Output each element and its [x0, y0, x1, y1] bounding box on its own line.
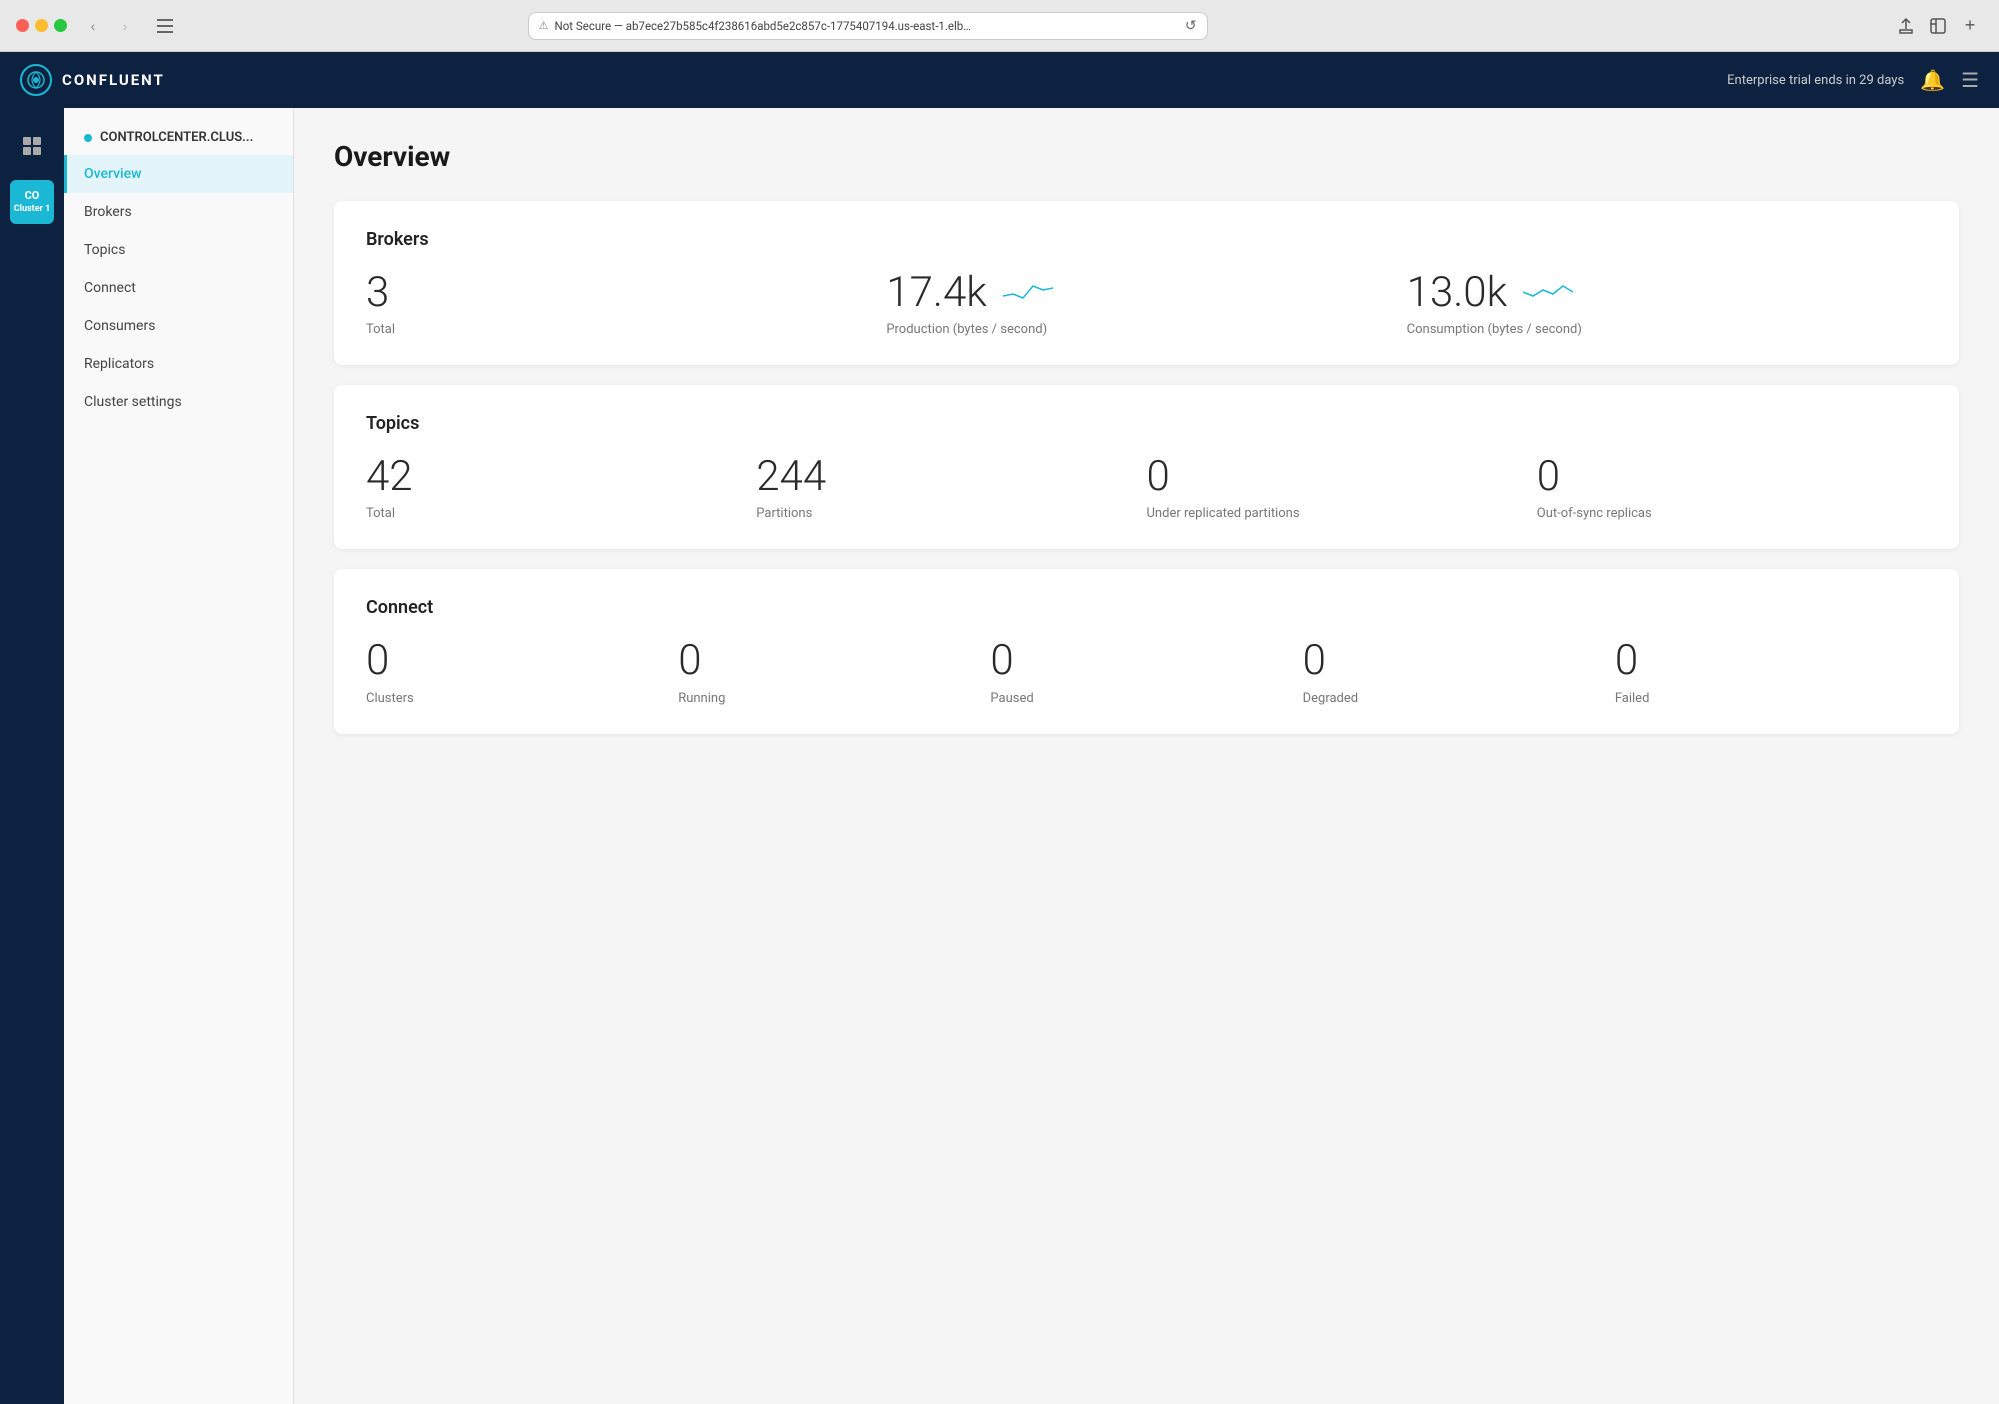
- browser-chrome: ‹ › ⚠ Not Secure — ab7ece27b585c4f238616…: [0, 0, 1999, 52]
- brokers-production-label: Production (bytes / second): [886, 322, 1406, 337]
- brokers-metrics-row: 3 Total 17.4k: [366, 270, 1927, 337]
- connect-degraded-metric: 0 Degraded: [1303, 638, 1615, 705]
- topics-partitions-metric: 244 Partitions: [756, 454, 1146, 521]
- connect-failed-label: Failed: [1615, 691, 1927, 706]
- logo-text: CONFLUENT: [62, 71, 165, 89]
- topics-under-replicated-label: Under replicated partitions: [1147, 506, 1537, 521]
- topics-total-metric: 42 Total: [366, 454, 756, 521]
- sidebar-item-replicators[interactable]: Replicators: [64, 345, 293, 383]
- topics-metrics-row: 42 Total 244 Partitions 0 Under replicat…: [366, 454, 1927, 521]
- connect-running-label: Running: [678, 691, 990, 706]
- cluster-header: CONTROLCENTER.CLUS...: [64, 120, 293, 155]
- sidebar-item-topics[interactable]: Topics: [64, 231, 293, 269]
- topics-partitions-label: Partitions: [756, 506, 1146, 521]
- topics-out-of-sync-value: 0: [1537, 454, 1927, 500]
- connect-paused-label: Paused: [990, 691, 1302, 706]
- connect-paused-value: 0: [990, 638, 1302, 684]
- sidebar-icon-grid[interactable]: [10, 124, 54, 168]
- cluster-badge[interactable]: CO Cluster 1: [10, 180, 54, 224]
- brokers-production-metric: 17.4k Production (bytes / second): [886, 270, 1406, 337]
- topics-under-replicated-metric: 0 Under replicated partitions: [1147, 454, 1537, 521]
- connect-degraded-value: 0: [1303, 638, 1615, 684]
- production-sparkline-icon: [1003, 276, 1053, 310]
- brokers-consumption-value: 13.0k: [1407, 270, 1508, 316]
- brokers-consumption-metric: 13.0k Consumption (bytes / second): [1407, 270, 1927, 337]
- sidebar-item-brokers[interactable]: Brokers: [64, 193, 293, 231]
- top-nav: CONFLUENT Enterprise trial ends in 29 da…: [0, 52, 1999, 108]
- forward-button[interactable]: ›: [111, 15, 139, 37]
- sidebar-toggle-button[interactable]: [151, 15, 179, 37]
- hamburger-menu-button[interactable]: ☰: [1961, 68, 1979, 93]
- page-title: Overview: [334, 140, 1959, 173]
- topics-out-of-sync-metric: 0 Out-of-sync replicas: [1537, 454, 1927, 521]
- logo-area: CONFLUENT: [20, 64, 165, 96]
- brokers-total-label: Total: [366, 322, 886, 337]
- add-tab-button[interactable]: +: [1957, 13, 1983, 39]
- nav-buttons: ‹ ›: [79, 15, 139, 37]
- connect-card-title: Connect: [366, 597, 1927, 618]
- minimize-button[interactable]: [35, 19, 48, 32]
- close-button[interactable]: [16, 19, 29, 32]
- share-button[interactable]: [1893, 13, 1919, 39]
- cluster-name: CONTROLCENTER.CLUS...: [100, 130, 253, 145]
- browser-right-controls: +: [1893, 13, 1983, 39]
- brokers-card: Brokers 3 Total 17.4k: [334, 201, 1959, 365]
- notifications-button[interactable]: 🔔: [1920, 68, 1945, 93]
- icon-sidebar: CO Cluster 1: [0, 108, 64, 1404]
- sidebar-item-cluster-settings[interactable]: Cluster settings: [64, 383, 293, 421]
- brokers-total-metric: 3 Total: [366, 270, 886, 337]
- connect-running-metric: 0 Running: [678, 638, 990, 705]
- sidebar-item-connect[interactable]: Connect: [64, 269, 293, 307]
- back-button[interactable]: ‹: [79, 15, 107, 37]
- connect-degraded-label: Degraded: [1303, 691, 1615, 706]
- topics-total-value: 42: [366, 454, 756, 500]
- brokers-consumption-with-chart: 13.0k: [1407, 270, 1927, 316]
- brokers-consumption-label: Consumption (bytes / second): [1407, 322, 1927, 337]
- cluster-abbr: CO: [25, 189, 40, 202]
- connect-clusters-value: 0: [366, 638, 678, 684]
- sidebar-item-consumers[interactable]: Consumers: [64, 307, 293, 345]
- brokers-total-value: 3: [366, 270, 886, 316]
- brokers-production-with-chart: 17.4k: [886, 270, 1406, 316]
- connect-card: Connect 0 Clusters 0 Running 0 Paused: [334, 569, 1959, 733]
- topics-card-title: Topics: [366, 413, 1927, 434]
- topics-out-of-sync-label: Out-of-sync replicas: [1537, 506, 1927, 521]
- connect-paused-metric: 0 Paused: [990, 638, 1302, 705]
- nav-sidebar: CONTROLCENTER.CLUS... Overview Brokers T…: [64, 108, 294, 1404]
- brokers-card-title: Brokers: [366, 229, 1927, 250]
- body-area: CO Cluster 1 CONTROLCENTER.CLUS... Overv…: [0, 108, 1999, 1404]
- connect-clusters-metric: 0 Clusters: [366, 638, 678, 705]
- brokers-production-value: 17.4k: [886, 270, 987, 316]
- trial-text: Enterprise trial ends in 29 days: [1727, 73, 1904, 88]
- lock-icon: ⚠: [539, 19, 549, 32]
- cluster-label: Cluster 1: [14, 204, 51, 215]
- consumption-sparkline-icon: [1523, 276, 1573, 310]
- topics-card: Topics 42 Total 244 Partitions 0 Under r…: [334, 385, 1959, 549]
- topics-total-label: Total: [366, 506, 756, 521]
- confluent-logo-icon: [20, 64, 52, 96]
- cluster-status-dot: [84, 134, 92, 142]
- sidebar-item-overview[interactable]: Overview: [64, 155, 293, 193]
- connect-failed-value: 0: [1615, 638, 1927, 684]
- url-text: Not Secure — ab7ece27b585c4f238616abd5e2…: [555, 19, 1179, 33]
- connect-clusters-label: Clusters: [366, 691, 678, 706]
- url-bar[interactable]: ⚠ Not Secure — ab7ece27b585c4f238616abd5…: [528, 12, 1208, 40]
- reload-button[interactable]: ↺: [1185, 17, 1197, 34]
- top-nav-right: Enterprise trial ends in 29 days 🔔 ☰: [1727, 68, 1979, 93]
- traffic-lights: [16, 19, 67, 32]
- topics-partitions-value: 244: [756, 454, 1146, 500]
- connect-metrics-row: 0 Clusters 0 Running 0 Paused 0 Degraded: [366, 638, 1927, 705]
- main-content: Overview Brokers 3 Total 17.4k: [294, 108, 1999, 1404]
- connect-running-value: 0: [678, 638, 990, 684]
- topics-under-replicated-value: 0: [1147, 454, 1537, 500]
- new-tab-button[interactable]: [1925, 13, 1951, 39]
- connect-failed-metric: 0 Failed: [1615, 638, 1927, 705]
- app-wrapper: CONFLUENT Enterprise trial ends in 29 da…: [0, 52, 1999, 1404]
- maximize-button[interactable]: [54, 19, 67, 32]
